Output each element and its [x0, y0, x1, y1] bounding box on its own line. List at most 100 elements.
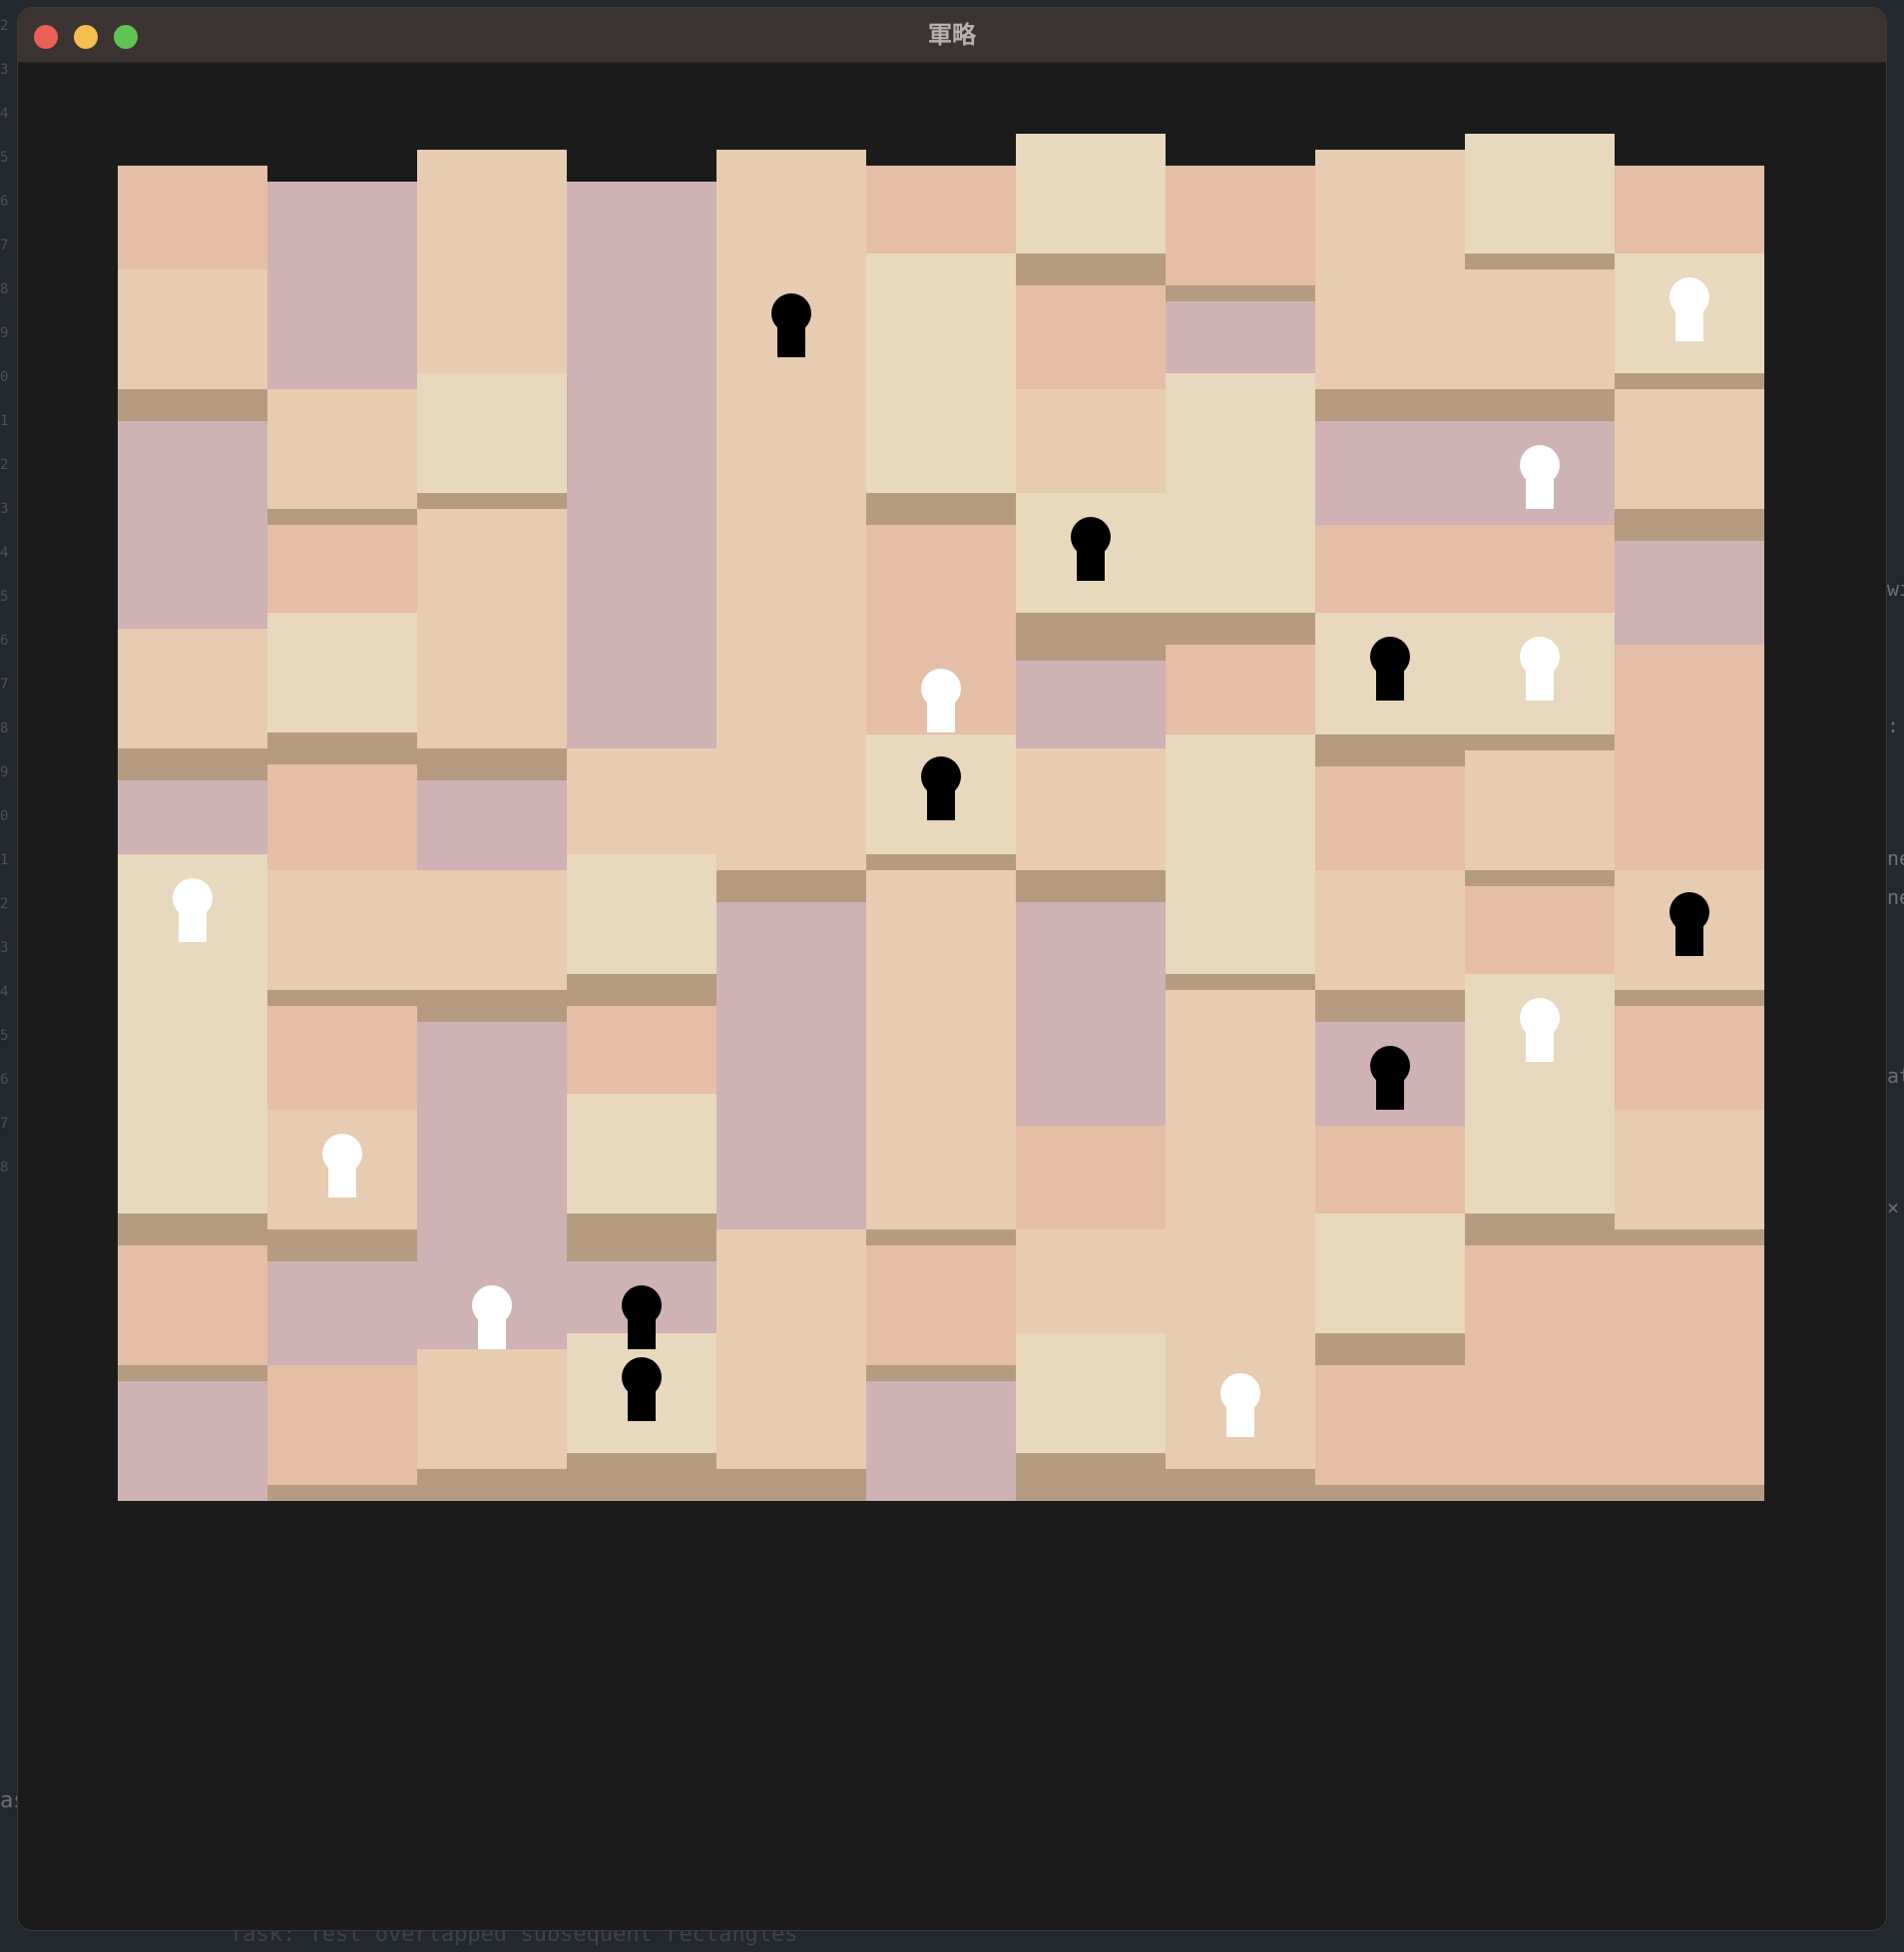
board-tile[interactable] — [267, 870, 417, 990]
board-tile[interactable] — [1016, 748, 1166, 870]
board-tile[interactable] — [1315, 1214, 1465, 1333]
board-tile[interactable] — [1016, 1126, 1166, 1229]
board-tile[interactable] — [118, 1245, 267, 1365]
board-tile[interactable] — [1016, 1333, 1166, 1453]
board-tile[interactable] — [1315, 150, 1465, 389]
background-line-number: 4 — [0, 545, 9, 561]
tile-gap — [1615, 990, 1764, 1006]
board-tile[interactable] — [1615, 645, 1764, 870]
light-piece[interactable] — [322, 1134, 362, 1198]
light-piece[interactable] — [173, 878, 213, 942]
dark-piece[interactable] — [1370, 637, 1410, 701]
board-tile[interactable] — [118, 421, 267, 629]
board-tile[interactable] — [1016, 661, 1166, 748]
board-tile[interactable] — [1465, 1245, 1615, 1485]
board-tile[interactable] — [1166, 301, 1315, 373]
light-piece[interactable] — [921, 669, 961, 732]
board-tile[interactable] — [118, 269, 267, 389]
dark-piece[interactable] — [921, 756, 961, 820]
board-tile[interactable] — [1315, 1126, 1465, 1214]
board-tile[interactable] — [567, 182, 716, 748]
board-tile[interactable] — [417, 1349, 567, 1469]
board-tile[interactable] — [567, 748, 716, 854]
background-line-number: 2 — [0, 18, 9, 34]
dark-piece[interactable] — [1071, 517, 1111, 581]
tile-gap — [1016, 870, 1166, 902]
board-tile[interactable] — [567, 1006, 716, 1094]
tile-gap — [417, 493, 567, 509]
board-tile[interactable] — [417, 870, 567, 990]
board-tile[interactable] — [1615, 1110, 1764, 1229]
game-board[interactable] — [18, 8, 1886, 1930]
board-tile[interactable] — [1615, 541, 1764, 645]
window-titlebar[interactable]: 軍略 — [18, 8, 1886, 63]
board-tile[interactable] — [267, 764, 417, 870]
background-editor-fragment: × — [1887, 1196, 1900, 1220]
board-tile[interactable] — [866, 1245, 1016, 1365]
background-editor-fragment: wi — [1887, 577, 1904, 601]
board-tile[interactable] — [1315, 525, 1465, 613]
board-tile[interactable] — [267, 389, 417, 509]
board-tile[interactable] — [1465, 886, 1615, 974]
board-tile[interactable] — [866, 870, 1016, 1229]
board-tile[interactable] — [1315, 1365, 1465, 1485]
board-tile[interactable] — [267, 182, 417, 389]
dark-piece[interactable] — [622, 1285, 662, 1349]
board-tile[interactable] — [1615, 389, 1764, 509]
board-tile[interactable] — [1315, 766, 1465, 870]
dark-piece[interactable] — [771, 293, 811, 357]
board-tile[interactable] — [1465, 750, 1615, 870]
dark-piece[interactable] — [1669, 892, 1709, 956]
board-tile[interactable] — [1315, 421, 1465, 525]
board-tile[interactable] — [267, 1365, 417, 1485]
board-tile[interactable] — [1465, 269, 1615, 389]
board-tile[interactable] — [1465, 134, 1615, 253]
board-tile[interactable] — [1315, 870, 1465, 990]
board-tile[interactable] — [1615, 166, 1764, 253]
board-tile[interactable] — [716, 1229, 866, 1469]
board-tile[interactable] — [118, 1381, 267, 1501]
board-tile[interactable] — [118, 780, 267, 854]
board-tile[interactable] — [1166, 166, 1315, 285]
board-tile[interactable] — [267, 613, 417, 732]
board-tile[interactable] — [567, 1094, 716, 1214]
board-tile[interactable] — [1615, 1006, 1764, 1110]
board-tile[interactable] — [417, 373, 567, 493]
board-tile[interactable] — [716, 150, 866, 870]
board-tile[interactable] — [716, 902, 866, 1229]
board-tile[interactable] — [267, 1006, 417, 1110]
board-tile[interactable] — [1016, 134, 1166, 253]
board-tile[interactable] — [1166, 645, 1315, 734]
board-tile[interactable] — [417, 780, 567, 870]
tile-gap — [417, 748, 567, 780]
board-tile[interactable] — [567, 854, 716, 974]
background-line-number: 9 — [0, 325, 9, 341]
light-piece[interactable] — [1220, 1373, 1260, 1437]
board-tile[interactable] — [1016, 285, 1166, 389]
board-tile[interactable] — [866, 253, 1016, 493]
board-tile[interactable] — [1016, 902, 1166, 1126]
board-tile[interactable] — [1166, 373, 1315, 613]
board-tile[interactable] — [866, 166, 1016, 253]
light-piece[interactable] — [1520, 637, 1560, 701]
board-tile[interactable] — [417, 509, 567, 748]
dark-piece[interactable] — [622, 1357, 662, 1421]
board-tile[interactable] — [866, 1381, 1016, 1501]
tile-gap — [567, 1453, 716, 1501]
board-tile[interactable] — [1016, 1229, 1166, 1333]
light-piece[interactable] — [1520, 445, 1560, 509]
board-tile[interactable] — [1016, 389, 1166, 493]
light-piece[interactable] — [472, 1285, 512, 1349]
board-tile[interactable] — [118, 166, 267, 269]
board-tile[interactable] — [417, 150, 567, 373]
board-tile[interactable] — [1166, 734, 1315, 974]
board-tile[interactable] — [267, 1261, 417, 1365]
board-tile[interactable] — [1465, 525, 1615, 613]
background-line-number: 5 — [0, 589, 9, 605]
board-tile[interactable] — [267, 525, 417, 613]
light-piece[interactable] — [1669, 277, 1709, 341]
dark-piece[interactable] — [1370, 1046, 1410, 1110]
board-tile[interactable] — [118, 629, 267, 748]
light-piece[interactable] — [1520, 998, 1560, 1062]
board-tile[interactable] — [1615, 1245, 1764, 1485]
